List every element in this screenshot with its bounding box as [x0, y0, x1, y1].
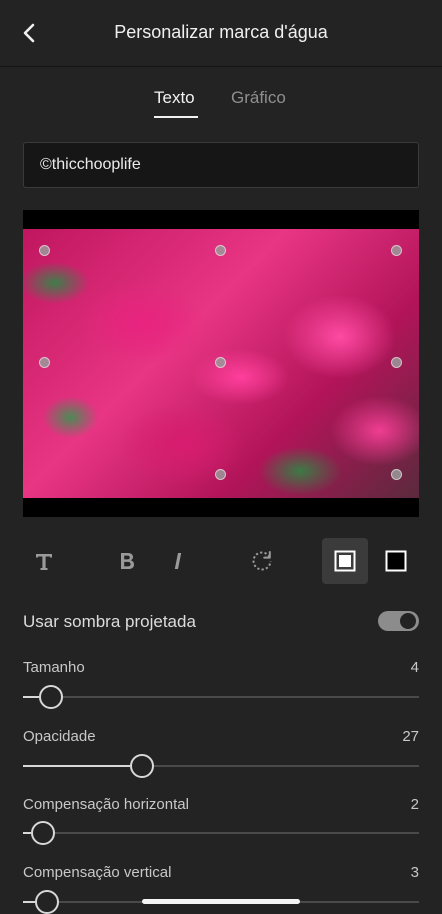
tab-bar: Texto Gráfico: [0, 86, 442, 122]
home-indicator: [142, 899, 300, 904]
position-handle[interactable]: [215, 469, 226, 480]
slider-fill: [23, 765, 130, 767]
preview-photo: [23, 229, 419, 498]
active-tab-indicator: [154, 116, 198, 118]
filled-box-icon: [334, 550, 356, 572]
slider-label-vertical-offset: Compensação vertical: [23, 864, 172, 881]
position-handle[interactable]: [215, 245, 226, 256]
outline-style-button[interactable]: [373, 538, 419, 584]
position-handle[interactable]: [39, 245, 50, 256]
slider-label-opacidade: Opacidade: [23, 728, 96, 745]
tab-label: Texto: [154, 88, 195, 107]
text-style-icon: [36, 554, 52, 570]
toggle-knob: [400, 613, 416, 629]
tab-grafico[interactable]: Gráfico: [231, 88, 286, 108]
slider-fill: [23, 901, 35, 903]
tab-texto[interactable]: Texto: [154, 88, 198, 118]
slider-fill: [23, 832, 31, 834]
slider-value-vertical-offset: 3: [410, 864, 419, 881]
slider-thumb[interactable]: [38, 685, 63, 709]
bold-icon: [121, 553, 134, 569]
watermark-preview: [23, 210, 419, 517]
font-button[interactable]: [21, 538, 67, 584]
watermark-text-value: ©thicchooplife: [40, 156, 141, 173]
header: Personalizar marca d'água: [0, 0, 442, 67]
position-handle[interactable]: [215, 357, 226, 368]
rotate-icon: [252, 551, 272, 571]
drop-shadow-toggle[interactable]: [378, 611, 419, 631]
italic-button[interactable]: [155, 538, 201, 584]
tab-label: Gráfico: [231, 88, 286, 107]
outline-box-icon: [385, 550, 407, 572]
position-handle[interactable]: [391, 357, 402, 368]
watermark-text-input[interactable]: ©thicchooplife: [23, 142, 419, 188]
slider-thumb[interactable]: [30, 821, 55, 845]
position-handle[interactable]: [391, 469, 402, 480]
slider-thumb[interactable]: [129, 754, 154, 778]
slider-value-horizontal-offset: 2: [410, 796, 419, 813]
filled-style-button[interactable]: [322, 538, 368, 584]
slider-value-tamanho: 4: [410, 659, 419, 676]
slider-label-horizontal-offset: Compensação horizontal: [23, 796, 189, 813]
slider-label-tamanho: Tamanho: [23, 659, 85, 676]
drop-shadow-label: Usar sombra projetada: [23, 612, 196, 631]
position-handle[interactable]: [391, 245, 402, 256]
slider-opacidade[interactable]: [23, 754, 419, 778]
style-toolbar: [0, 538, 442, 586]
slider-fill: [23, 696, 39, 698]
slider-thumb[interactable]: [34, 890, 59, 914]
slider-tamanho[interactable]: [23, 685, 419, 709]
slider-value-opacidade: 27: [402, 728, 419, 745]
page-title: Personalizar marca d'água: [114, 22, 328, 42]
rotate-button[interactable]: [239, 538, 285, 584]
bold-button[interactable]: [104, 538, 150, 584]
slider-horizontal-offset[interactable]: [23, 821, 419, 845]
position-handle[interactable]: [39, 357, 50, 368]
italic-icon: [174, 553, 182, 569]
